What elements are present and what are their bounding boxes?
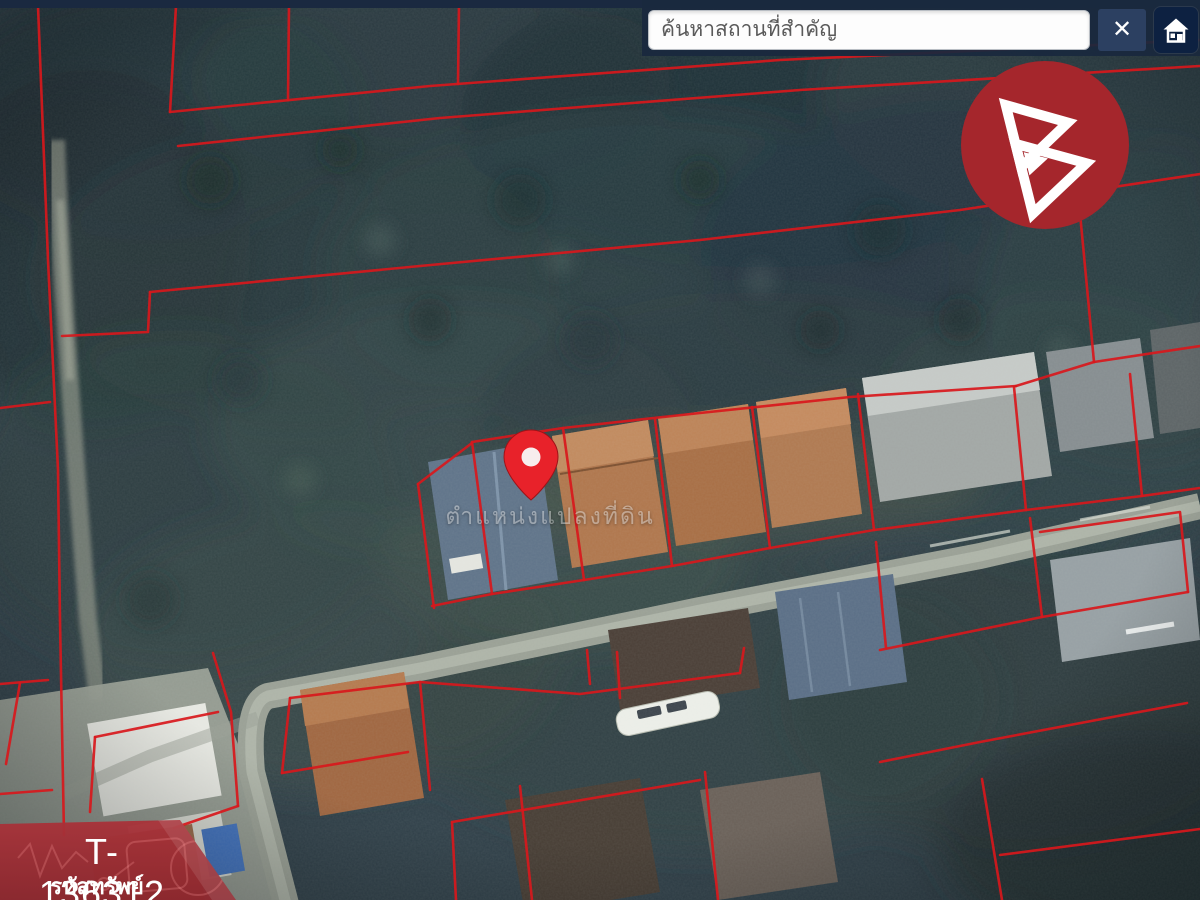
map-viewer: ตำแหน่งแปลงที่ดิน T-136312 รหัสทรัพย์ ✕ [0,0,1200,900]
search-input[interactable] [648,10,1090,50]
home-button[interactable] [1154,7,1198,53]
home-icon [1161,15,1191,45]
property-code-label: รหัสทรัพย์ [22,869,172,900]
satellite-map[interactable] [0,0,1200,900]
close-button[interactable]: ✕ [1098,9,1146,51]
